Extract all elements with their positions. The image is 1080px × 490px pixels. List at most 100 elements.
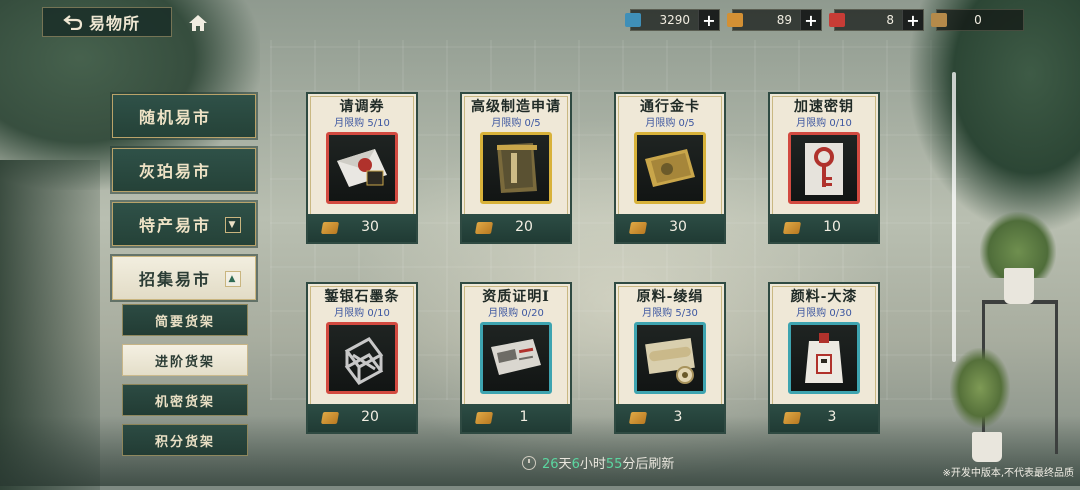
price-bar: 20 <box>462 214 570 242</box>
currency-value: 89 <box>776 13 792 27</box>
currency-value: 0 <box>974 13 982 27</box>
currency-2: 89 + <box>727 9 822 31</box>
currency-value: 8 <box>886 13 894 27</box>
orange-book-icon <box>727 13 743 27</box>
refresh-minutes-unit: 分后刷新 <box>622 457 675 472</box>
purchase-limit: 月限购 0/30 <box>796 308 852 319</box>
nav-specialty-market[interactable]: 特产易市 ▼ <box>112 202 256 246</box>
plant-pot-lower <box>972 432 1002 462</box>
item-price: 20 <box>515 219 533 235</box>
item-image <box>788 132 860 204</box>
purchase-limit: 月限购 5/10 <box>334 118 390 129</box>
item-price: 30 <box>669 219 687 235</box>
item-name: 高级制造申请 <box>471 99 561 115</box>
key-icon <box>805 143 843 195</box>
nav-recruit-market[interactable]: 招集易市 ▲ <box>112 256 256 300</box>
item-name: 錾银石墨条 <box>324 289 400 305</box>
price-bar: 30 <box>308 214 416 242</box>
home-icon <box>189 15 207 31</box>
shop-item-card[interactable]: 资质证明Ⅰ 月限购 0/20 1 <box>460 282 572 434</box>
item-name: 加速密钥 <box>794 99 854 115</box>
currency-3: 8 + <box>829 9 924 31</box>
nav-sub-label: 机密货架 <box>154 394 215 410</box>
currency-value: 3290 <box>659 13 690 27</box>
shop-item-card[interactable]: 高级制造申请 月限购 0/5 20 <box>460 92 572 244</box>
item-image <box>326 132 398 204</box>
nav-advanced-shelf[interactable]: 进阶货架 <box>122 344 248 376</box>
graphite-frame-icon <box>344 337 384 385</box>
plant-pot <box>1004 268 1034 304</box>
price-bar: 1 <box>462 404 570 432</box>
back-arrow-icon <box>63 15 83 30</box>
item-image <box>480 322 552 394</box>
add-currency-button[interactable]: + <box>902 10 923 30</box>
nav-sub-label: 进阶货架 <box>154 354 215 370</box>
nav-random-market[interactable]: 随机易市 <box>112 94 256 138</box>
purchase-limit: 月限购 5/30 <box>642 308 698 319</box>
price-bar: 20 <box>308 404 416 432</box>
back-button[interactable]: 易物所 <box>42 7 172 37</box>
shop-item-card[interactable]: 颜料-大漆 月限购 0/30 3 <box>768 282 880 434</box>
nav-basic-shelf[interactable]: 简要货架 <box>122 304 248 336</box>
purchase-limit: 月限购 0/5 <box>491 118 541 129</box>
price-bar: 3 <box>770 404 878 432</box>
certificate-icon <box>491 339 541 375</box>
refresh-days: 26 <box>542 457 559 472</box>
item-name: 原料-绫绢 <box>636 289 704 305</box>
shop-item-card[interactable]: 通行金卡 月限购 0/5 30 <box>614 92 726 244</box>
scrollbar[interactable] <box>952 72 956 362</box>
item-name: 请调券 <box>339 99 385 115</box>
purchase-limit: 月限购 0/20 <box>488 308 544 319</box>
item-price: 20 <box>361 409 379 425</box>
add-currency-button[interactable]: + <box>698 10 719 30</box>
clock-icon <box>522 455 536 470</box>
nav-points-shelf[interactable]: 积分货架 <box>122 424 248 456</box>
price-bar: 3 <box>616 404 724 432</box>
nav-label: 特产易市 <box>139 216 212 235</box>
purchase-limit: 月限购 0/5 <box>645 118 695 129</box>
currency-4: 0 <box>931 9 1024 31</box>
dev-disclaimer: ※开发中版本,不代表最终品质 <box>942 468 1074 479</box>
refresh-hours: 6 <box>571 457 580 472</box>
item-name: 资质证明Ⅰ <box>482 289 550 305</box>
purchase-limit: 月限购 0/10 <box>334 308 390 319</box>
nav-sub-label: 简要货架 <box>154 314 215 330</box>
silk-roll-icon <box>645 337 695 384</box>
refresh-minutes: 55 <box>605 457 623 472</box>
item-image <box>480 132 552 204</box>
shop-item-card[interactable]: 请调券 月限购 5/10 30 <box>306 92 418 244</box>
page-title: 易物所 <box>89 14 141 33</box>
purchase-limit: 月限购 0/10 <box>796 118 852 129</box>
item-image <box>634 322 706 394</box>
item-price: 30 <box>361 219 379 235</box>
gold-card-icon <box>645 149 695 187</box>
nav-amber-market[interactable]: 灰珀易市 <box>112 148 256 192</box>
nav-label: 随机易市 <box>139 108 212 127</box>
item-price: 3 <box>673 409 683 425</box>
nav-sub-label: 积分货架 <box>154 434 215 450</box>
refresh-hours-unit: 小时 <box>579 457 606 472</box>
potted-plant-lower <box>950 348 1010 428</box>
shop-item-card[interactable]: 原料-绫绢 月限购 5/30 3 <box>614 282 726 434</box>
expand-icon[interactable]: ▼ <box>225 217 241 233</box>
foliage-right <box>910 0 1080 230</box>
collapse-icon[interactable]: ▲ <box>225 271 241 287</box>
item-price: 10 <box>823 219 841 235</box>
nav-label: 招集易市 <box>139 270 212 289</box>
refresh-timer: 26天6小时55分后刷新 <box>522 453 674 472</box>
letter-icon <box>337 149 387 187</box>
add-currency-button[interactable]: + <box>800 10 821 30</box>
item-name: 颜料-大漆 <box>790 289 858 305</box>
shop-item-card[interactable]: 錾银石墨条 月限购 0/10 20 <box>306 282 418 434</box>
nav-label: 灰珀易市 <box>139 162 212 181</box>
red-envelope-icon <box>829 13 845 27</box>
item-price: 1 <box>519 409 529 425</box>
refresh-days-unit: 天 <box>558 457 572 472</box>
nav-secret-shelf[interactable]: 机密货架 <box>122 384 248 416</box>
item-image <box>788 322 860 394</box>
home-button[interactable] <box>186 12 210 34</box>
item-image <box>326 322 398 394</box>
lacquer-bag-icon <box>805 333 843 383</box>
item-price: 3 <box>827 409 837 425</box>
shop-item-card[interactable]: 加速密钥 月限购 0/10 10 <box>768 92 880 244</box>
